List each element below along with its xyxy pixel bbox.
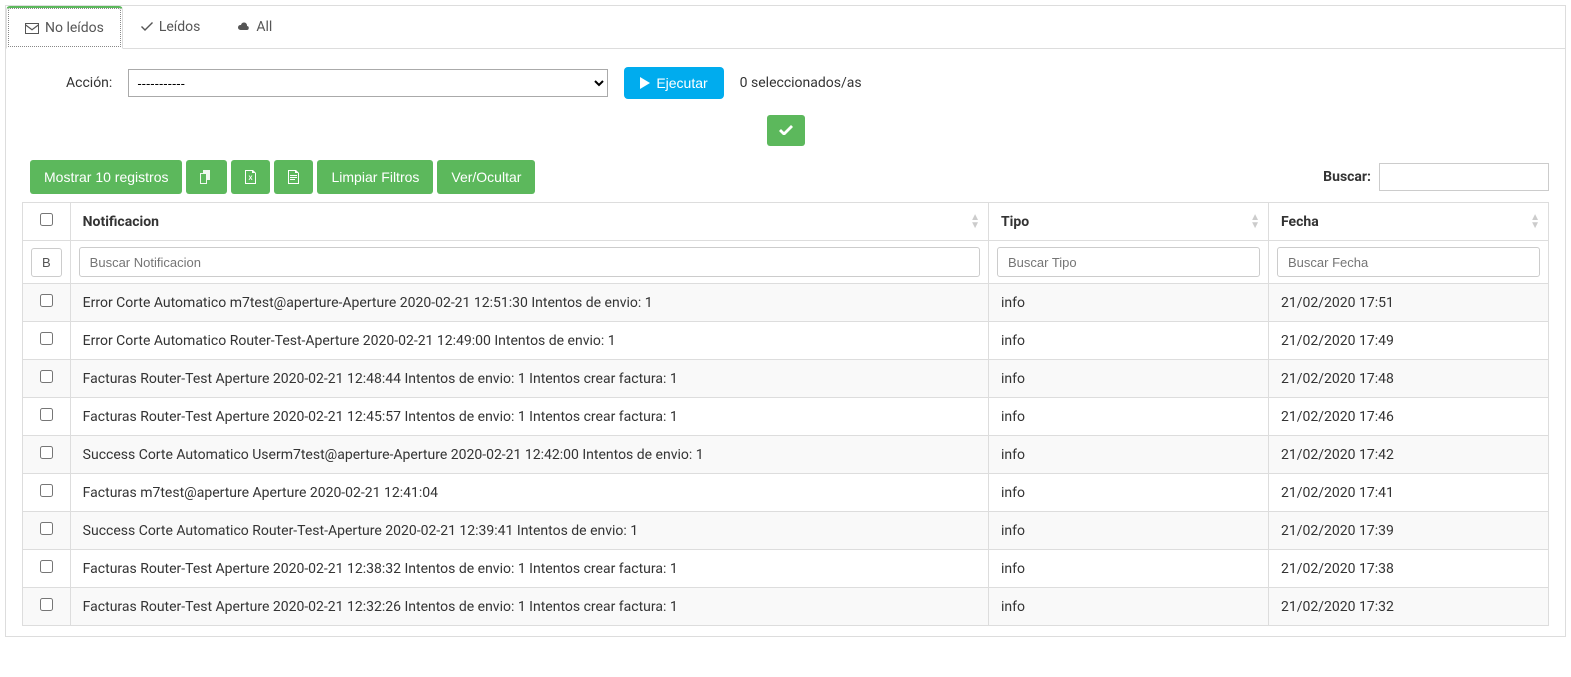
toolbar-buttons: Mostrar 10 registros X Limpiar Filtros V… xyxy=(30,160,539,194)
cell-notification: Facturas Router-Test Aperture 2020-02-21… xyxy=(70,550,988,588)
table-header-row: Notificacion ▲▼ Tipo ▲▼ Fecha ▲▼ xyxy=(23,203,1549,241)
action-row: Acción: ----------- Ejecutar 0 seleccion… xyxy=(6,49,1565,109)
tab-read-label: Leídos xyxy=(159,19,201,35)
sort-icon: ▲▼ xyxy=(1250,214,1260,230)
cloud-icon xyxy=(236,22,250,32)
search-label: Buscar: xyxy=(1323,169,1371,185)
notifications-table: Notificacion ▲▼ Tipo ▲▼ Fecha ▲▼ B xyxy=(22,202,1549,626)
cell-type: info xyxy=(989,360,1269,398)
cell-notification: Facturas m7test@aperture Aperture 2020-0… xyxy=(70,474,988,512)
envelope-icon xyxy=(25,23,39,34)
table-row: Success Corte Automatico Userm7test@aper… xyxy=(23,436,1549,474)
search-wrap: Buscar: xyxy=(1323,163,1549,191)
row-checkbox[interactable] xyxy=(40,598,53,611)
table-row: Facturas m7test@aperture Aperture 2020-0… xyxy=(23,474,1549,512)
execute-label: Ejecutar xyxy=(656,75,707,91)
tab-all[interactable]: All xyxy=(218,6,290,48)
cell-type: info xyxy=(989,436,1269,474)
excel-icon: X xyxy=(245,170,256,184)
filter-b-button[interactable]: B xyxy=(31,248,62,277)
header-date[interactable]: Fecha ▲▼ xyxy=(1269,203,1549,241)
copy-icon xyxy=(200,170,213,184)
action-select[interactable]: ----------- xyxy=(128,69,608,97)
excel-button[interactable]: X xyxy=(231,160,270,194)
document-button[interactable] xyxy=(274,160,313,194)
cell-date: 21/02/2020 17:49 xyxy=(1269,322,1549,360)
table-row: Facturas Router-Test Aperture 2020-02-21… xyxy=(23,550,1549,588)
row-checkbox[interactable] xyxy=(40,408,53,421)
row-checkbox[interactable] xyxy=(40,332,53,345)
show-records-button[interactable]: Mostrar 10 registros xyxy=(30,160,182,194)
confirm-button[interactable] xyxy=(767,115,805,146)
cell-date: 21/02/2020 17:39 xyxy=(1269,512,1549,550)
filter-notification-input[interactable] xyxy=(79,247,980,277)
svg-text:X: X xyxy=(249,176,253,182)
sort-icon: ▲▼ xyxy=(1530,214,1540,230)
filter-type-input[interactable] xyxy=(997,247,1260,277)
table-row: Facturas Router-Test Aperture 2020-02-21… xyxy=(23,360,1549,398)
row-checkbox[interactable] xyxy=(40,446,53,459)
action-label: Acción: xyxy=(66,75,112,91)
cell-type: info xyxy=(989,284,1269,322)
table-row: Error Corte Automatico m7test@aperture-A… xyxy=(23,284,1549,322)
confirm-row xyxy=(6,109,1565,160)
row-checkbox[interactable] xyxy=(40,522,53,535)
cell-type: info xyxy=(989,588,1269,626)
select-all-checkbox[interactable] xyxy=(40,213,53,226)
cell-type: info xyxy=(989,550,1269,588)
filter-date-input[interactable] xyxy=(1277,247,1540,277)
toggle-columns-button[interactable]: Ver/Ocultar xyxy=(437,160,535,194)
cell-date: 21/02/2020 17:38 xyxy=(1269,550,1549,588)
table-row: Success Corte Automatico Router-Test-Ape… xyxy=(23,512,1549,550)
row-checkbox[interactable] xyxy=(40,484,53,497)
toolbar: Mostrar 10 registros X Limpiar Filtros V… xyxy=(6,160,1565,202)
table-row: Facturas Router-Test Aperture 2020-02-21… xyxy=(23,588,1549,626)
main-panel: No leídos Leídos All Acción: -----------… xyxy=(5,5,1566,637)
row-checkbox[interactable] xyxy=(40,370,53,383)
header-notification[interactable]: Notificacion ▲▼ xyxy=(70,203,988,241)
cell-notification: Facturas Router-Test Aperture 2020-02-21… xyxy=(70,398,988,436)
cell-type: info xyxy=(989,474,1269,512)
tab-all-label: All xyxy=(256,19,272,35)
tab-unread-label: No leídos xyxy=(45,20,104,36)
cell-date: 21/02/2020 17:48 xyxy=(1269,360,1549,398)
cell-notification: Success Corte Automatico Userm7test@aper… xyxy=(70,436,988,474)
cell-date: 21/02/2020 17:46 xyxy=(1269,398,1549,436)
play-icon xyxy=(640,77,650,89)
cell-notification: Error Corte Automatico Router-Test-Apert… xyxy=(70,322,988,360)
execute-button[interactable]: Ejecutar xyxy=(624,67,723,99)
tabs-bar: No leídos Leídos All xyxy=(6,6,1565,49)
cell-notification: Facturas Router-Test Aperture 2020-02-21… xyxy=(70,360,988,398)
header-checkbox-cell xyxy=(23,203,71,241)
row-checkbox[interactable] xyxy=(40,560,53,573)
filter-row: B xyxy=(23,241,1549,284)
table-row: Facturas Router-Test Aperture 2020-02-21… xyxy=(23,398,1549,436)
cell-date: 21/02/2020 17:51 xyxy=(1269,284,1549,322)
cell-type: info xyxy=(989,512,1269,550)
check-icon xyxy=(779,124,793,135)
tab-read[interactable]: Leídos xyxy=(123,6,219,48)
cell-notification: Error Corte Automatico m7test@aperture-A… xyxy=(70,284,988,322)
cell-date: 21/02/2020 17:32 xyxy=(1269,588,1549,626)
document-icon xyxy=(288,170,299,184)
header-type[interactable]: Tipo ▲▼ xyxy=(989,203,1269,241)
cell-type: info xyxy=(989,398,1269,436)
cell-type: info xyxy=(989,322,1269,360)
tab-unread[interactable]: No leídos xyxy=(6,6,123,49)
sort-icon: ▲▼ xyxy=(970,214,980,230)
check-icon xyxy=(141,22,153,32)
cell-date: 21/02/2020 17:42 xyxy=(1269,436,1549,474)
clear-filters-button[interactable]: Limpiar Filtros xyxy=(317,160,433,194)
table-row: Error Corte Automatico Router-Test-Apert… xyxy=(23,322,1549,360)
selected-count: 0 seleccionados/as xyxy=(740,75,862,91)
cell-notification: Success Corte Automatico Router-Test-Ape… xyxy=(70,512,988,550)
row-checkbox[interactable] xyxy=(40,294,53,307)
search-input[interactable] xyxy=(1379,163,1549,191)
cell-notification: Facturas Router-Test Aperture 2020-02-21… xyxy=(70,588,988,626)
cell-date: 21/02/2020 17:41 xyxy=(1269,474,1549,512)
copy-button[interactable] xyxy=(186,160,227,194)
